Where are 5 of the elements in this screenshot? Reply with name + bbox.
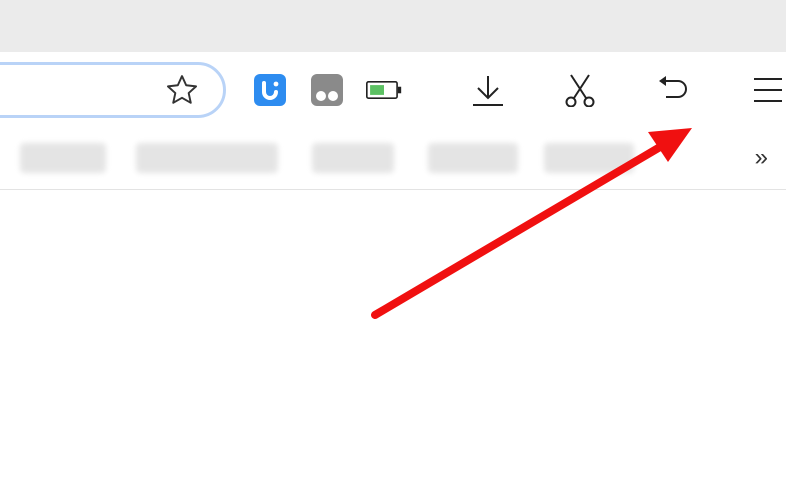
app-logo-icon[interactable] — [252, 72, 288, 108]
extension-icon[interactable] — [309, 72, 345, 108]
blurred-bookmark[interactable] — [544, 143, 634, 173]
bookmarks-overflow-button[interactable]: » — [754, 144, 768, 172]
star-icon[interactable] — [165, 74, 199, 106]
